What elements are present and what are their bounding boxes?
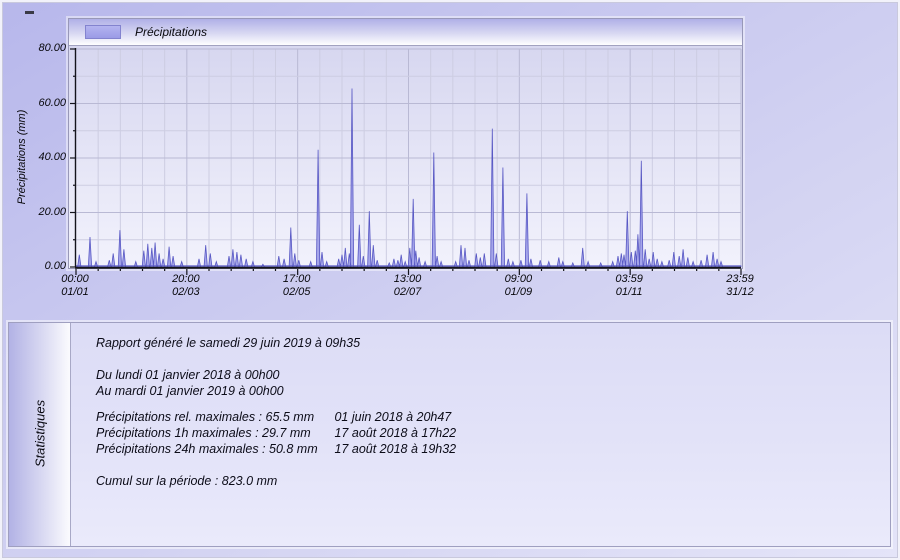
stat-date: 17 août 2018 à 17h22 — [334, 425, 456, 441]
statistics-sidebar-label: Statistiques — [33, 369, 48, 499]
period-from-line: Du lundi 01 janvier 2018 à 00h00 — [96, 367, 279, 383]
x-tick-label: 13:0002/07 — [372, 273, 444, 299]
stat-row-max-rel: Précipitations rel. maximales : 65.5 mm … — [96, 409, 451, 425]
y-tick-label: 80.00 — [14, 42, 66, 54]
x-tick-label: 00:0001/01 — [39, 273, 111, 299]
period-to-line: Au mardi 01 janvier 2019 à 00h00 — [96, 383, 284, 399]
x-tick-label: 03:5901/11 — [593, 273, 665, 299]
statistics-sidebar: Statistiques — [9, 323, 71, 546]
legend-label: Précipitations — [135, 25, 207, 39]
report-window: { "chart": { "legend": { "label": "Préci… — [0, 0, 900, 560]
report-generated-line: Rapport généré le samedi 29 juin 2019 à … — [96, 335, 360, 351]
precipitation-chart-panel: Précipitations — [68, 18, 743, 269]
window-edge-artifact — [25, 11, 34, 14]
y-tick-label: 0.00 — [14, 260, 66, 272]
stat-label: Précipitations 24h maximales : 50.8 mm — [96, 441, 331, 457]
precipitation-plot — [61, 41, 751, 293]
stat-label: Précipitations rel. maximales : 65.5 mm — [96, 409, 331, 425]
stat-label: Précipitations 1h maximales : 29.7 mm — [96, 425, 331, 441]
stat-date: 17 août 2018 à 19h32 — [334, 441, 456, 457]
cumul-line: Cumul sur la période : 823.0 mm — [96, 473, 277, 489]
statistics-panel: Statistiques Rapport généré le samedi 29… — [8, 322, 891, 547]
x-tick-label: 09:0001/09 — [482, 273, 554, 299]
x-tick-label: 23:5931/12 — [704, 273, 776, 299]
precipitation-series-swatch-icon — [85, 25, 121, 39]
stat-date: 01 juin 2018 à 20h47 — [334, 409, 451, 425]
x-tick-label: 20:0002/03 — [150, 273, 222, 299]
x-tick-label: 17:0002/05 — [261, 273, 333, 299]
stat-row-max-1h: Précipitations 1h maximales : 29.7 mm 17… — [96, 425, 456, 441]
stat-row-max-24h: Précipitations 24h maximales : 50.8 mm 1… — [96, 441, 456, 457]
y-axis-title: Précipitations (mm) — [16, 92, 28, 222]
